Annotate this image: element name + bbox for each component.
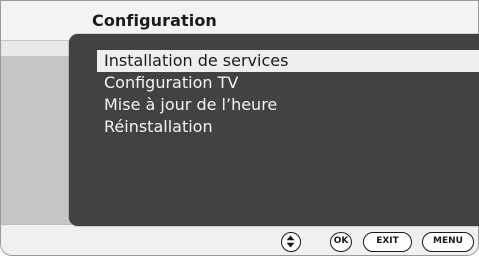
menu-list: Installation de services Configuration T…: [97, 50, 479, 138]
menu-item-configuration-tv[interactable]: Configuration TV: [97, 72, 479, 94]
up-down-arrows-icon: [286, 235, 295, 248]
exit-button[interactable]: EXIT: [363, 232, 412, 252]
menu-item-reinstallation[interactable]: Réinstallation: [97, 116, 479, 138]
page-title: Configuration: [92, 11, 217, 30]
up-down-navigation-icon[interactable]: [281, 232, 301, 252]
menu-button[interactable]: MENU: [422, 232, 474, 252]
menu-item-installation-de-services[interactable]: Installation de services: [97, 50, 479, 72]
ok-button[interactable]: OK: [330, 232, 352, 252]
menu-item-mise-a-jour-heure[interactable]: Mise à jour de l’heure: [97, 94, 479, 116]
tv-osd-screen: Configuration Installation de services C…: [0, 0, 479, 259]
